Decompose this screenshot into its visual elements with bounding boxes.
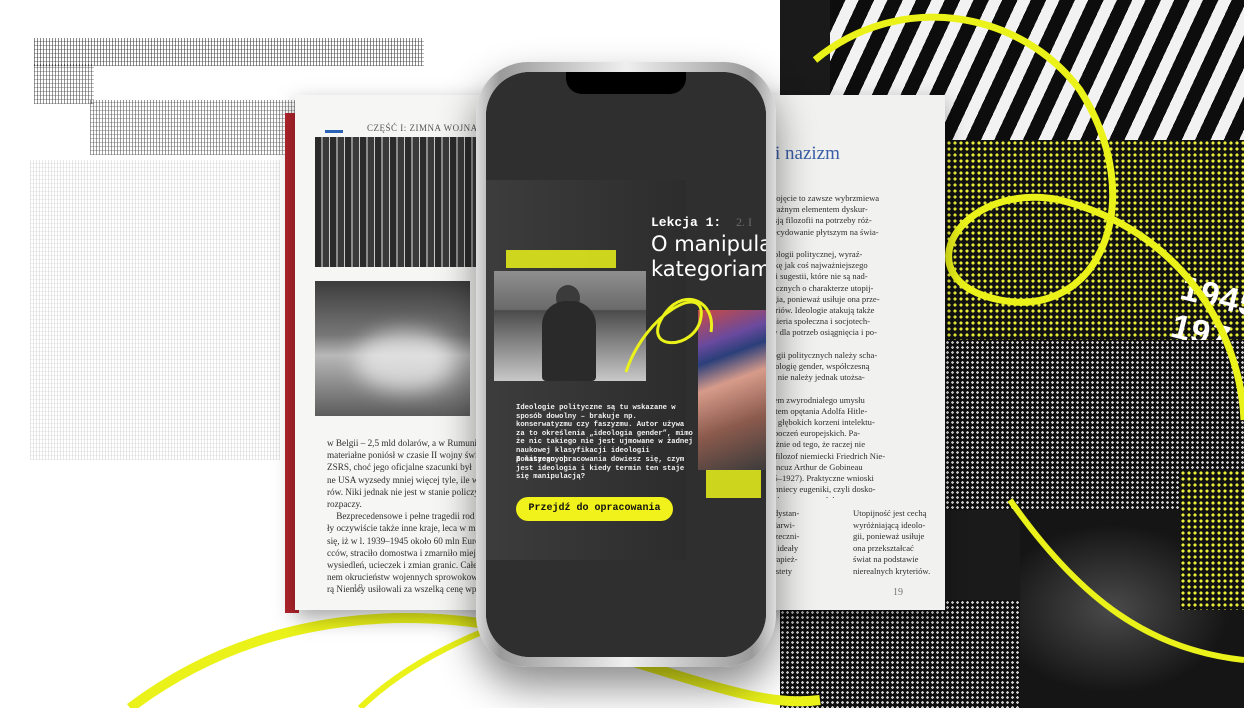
youth-parade-photo bbox=[315, 137, 480, 267]
chapter-title: i nazizm bbox=[775, 143, 840, 164]
lesson-number: Lekcja 1: bbox=[651, 215, 722, 230]
running-head-rule bbox=[325, 130, 343, 133]
yellow-highlight-bar-lower bbox=[706, 470, 761, 498]
lesson-title: O manipula kategoriam bbox=[651, 232, 766, 281]
yellow-highlight-bar bbox=[506, 250, 616, 268]
promo-artwork: 1945–197 CZĘŚĆ I: ZIMNA WOJNA – RODOWÓD … bbox=[0, 0, 1244, 708]
lesson-teaser: Z naszego opracowania dowiesz się, czym … bbox=[516, 456, 685, 482]
ruined-building-photo bbox=[315, 281, 470, 416]
photo-figure-body bbox=[542, 301, 596, 381]
left-page-number: 18 bbox=[353, 583, 363, 594]
ghost-page-text: 2. I bbox=[736, 215, 752, 229]
phone-screen: 2. I Lekcja 1: O manipula kategoriam Ide… bbox=[486, 72, 766, 657]
smartphone-mockup: 2. I Lekcja 1: O manipula kategoriam Ide… bbox=[476, 62, 776, 667]
right-page-column-right: Utopijność jest cechą wyróżniającą ideol… bbox=[853, 508, 931, 576]
yellow-scribble-icon bbox=[624, 298, 713, 373]
open-study-button[interactable]: Przejdź do opracowania bbox=[516, 497, 673, 521]
phone-notch bbox=[566, 72, 686, 94]
right-page-number: 19 bbox=[893, 587, 903, 598]
